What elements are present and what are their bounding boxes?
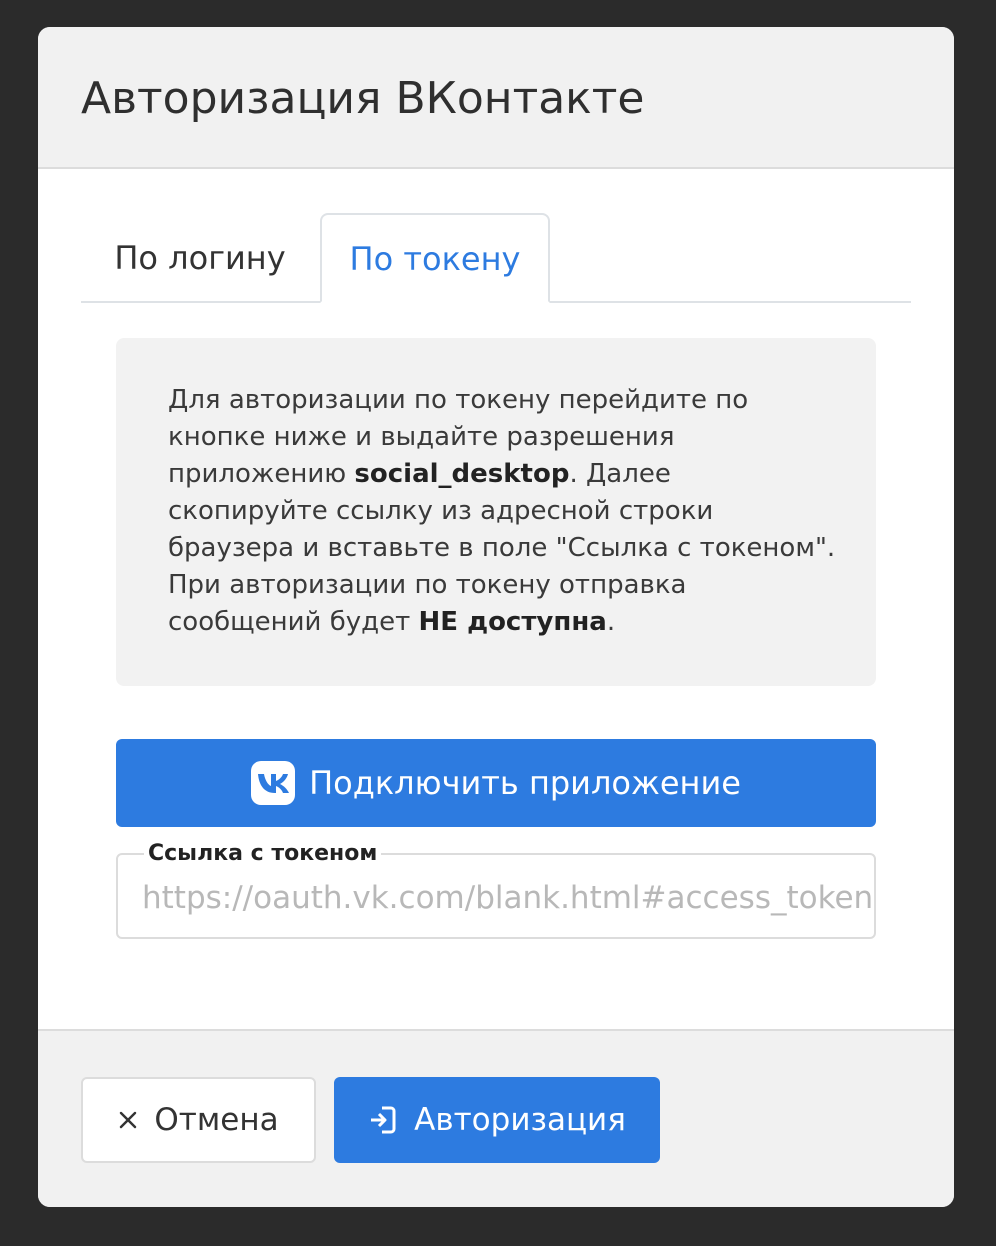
authorize-button[interactable]: Авторизация [334, 1077, 660, 1163]
messaging-unavailable-note: НЕ доступна [418, 607, 607, 637]
vk-logo-icon [251, 761, 296, 805]
connect-app-button[interactable]: Подключить приложение [116, 739, 876, 827]
cancel-button[interactable]: Отмена [81, 1077, 316, 1163]
modal-header: Авторизация ВКонтакте [38, 27, 954, 169]
token-link-input[interactable] [120, 863, 872, 933]
auth-modal: Авторизация ВКонтакте По логину По токен… [38, 27, 954, 1207]
tab-by-login[interactable]: По логину [81, 214, 319, 302]
token-link-field: Ссылка с токеном [116, 841, 876, 939]
sign-in-icon [368, 1105, 398, 1135]
tab-by-token[interactable]: По токену [320, 213, 550, 303]
modal-footer: Отмена Авторизация [38, 1029, 954, 1207]
token-instructions: Для авторизации по токену перейдите по к… [168, 382, 836, 641]
app-name: social_desktop [354, 459, 570, 489]
authorize-label: Авторизация [414, 1102, 626, 1138]
cancel-label: Отмена [154, 1102, 279, 1138]
connect-app-label: Подключить приложение [309, 764, 741, 802]
close-icon [118, 1110, 138, 1130]
token-info-box: Для авторизации по токену перейдите по к… [116, 338, 876, 686]
modal-title: Авторизация ВКонтакте [81, 73, 645, 124]
instructions-part-3: . [606, 607, 616, 637]
